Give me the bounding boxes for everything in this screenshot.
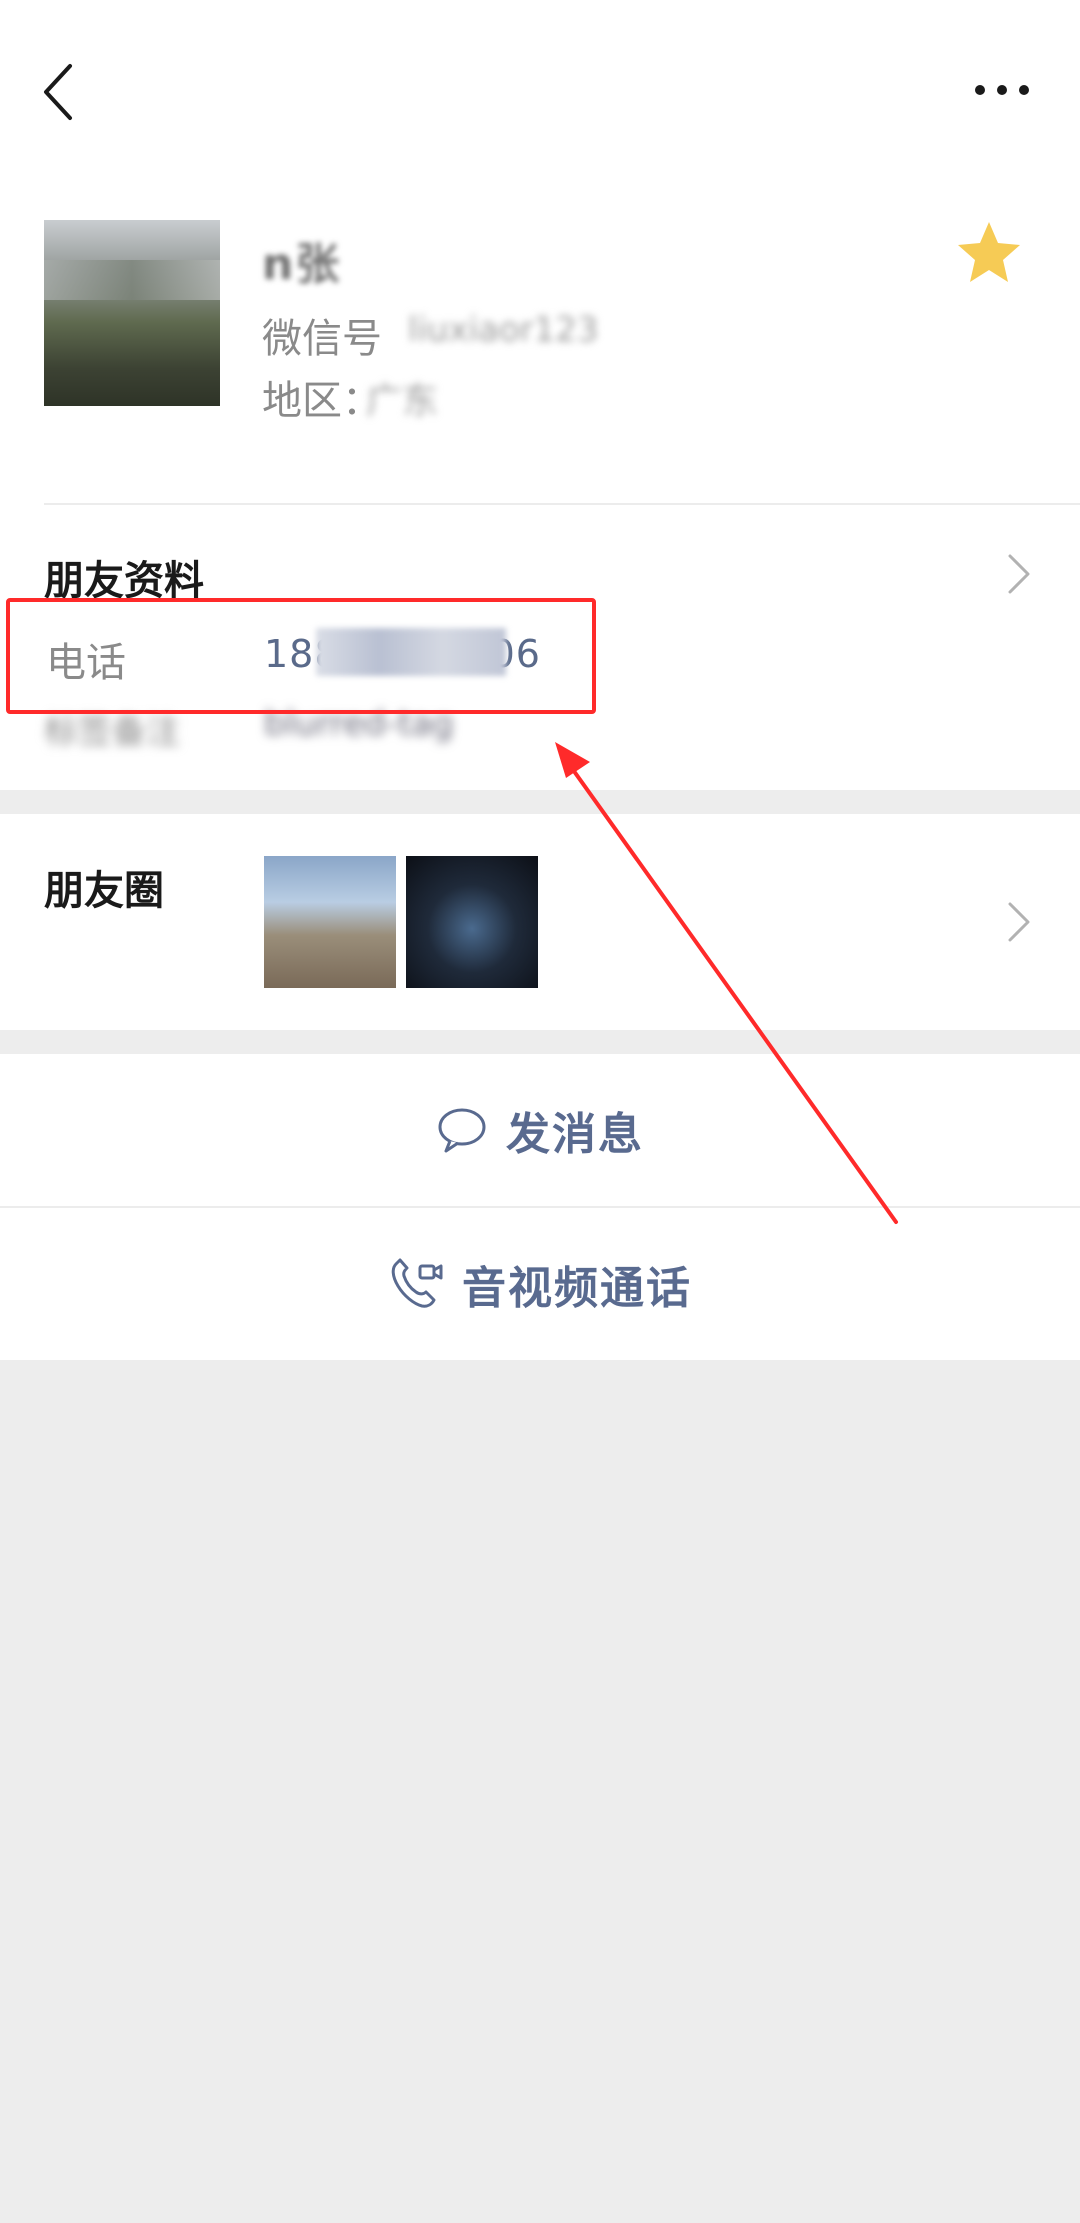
region-label: 地区： — [262, 378, 382, 424]
wechat-id-label: 微信号 — [262, 316, 382, 362]
star-icon[interactable] — [954, 218, 1024, 288]
send-message-button[interactable]: 发消息 — [0, 1054, 1080, 1206]
video-call-button[interactable]: 音视频通话 — [0, 1208, 1080, 1360]
ellipsis-icon[interactable] — [972, 78, 1032, 102]
contact-name: n张 — [262, 239, 342, 290]
chevron-right-icon[interactable] — [1004, 552, 1034, 596]
phone-video-icon — [391, 1258, 443, 1308]
highlight-box — [6, 598, 596, 714]
section-gap — [0, 790, 1080, 814]
region-value: 广东 — [366, 381, 439, 422]
avatar[interactable] — [44, 220, 220, 406]
send-message-label: 发消息 — [506, 1109, 644, 1160]
divider — [44, 503, 1080, 505]
chevron-left-icon[interactable] — [36, 60, 84, 124]
wechat-id-value: liuxiaor123 — [408, 310, 599, 350]
moments-label[interactable]: 朋友圈 — [44, 858, 164, 916]
navigation-bar — [0, 0, 1080, 180]
section-gap — [0, 1030, 1080, 1054]
chat-bubble-icon — [438, 1108, 486, 1153]
video-call-label: 音视频通话 — [462, 1263, 692, 1314]
chevron-right-icon[interactable] — [1004, 900, 1034, 944]
moments-thumbnail[interactable] — [406, 856, 538, 988]
moments-thumbnail[interactable] — [264, 856, 396, 988]
